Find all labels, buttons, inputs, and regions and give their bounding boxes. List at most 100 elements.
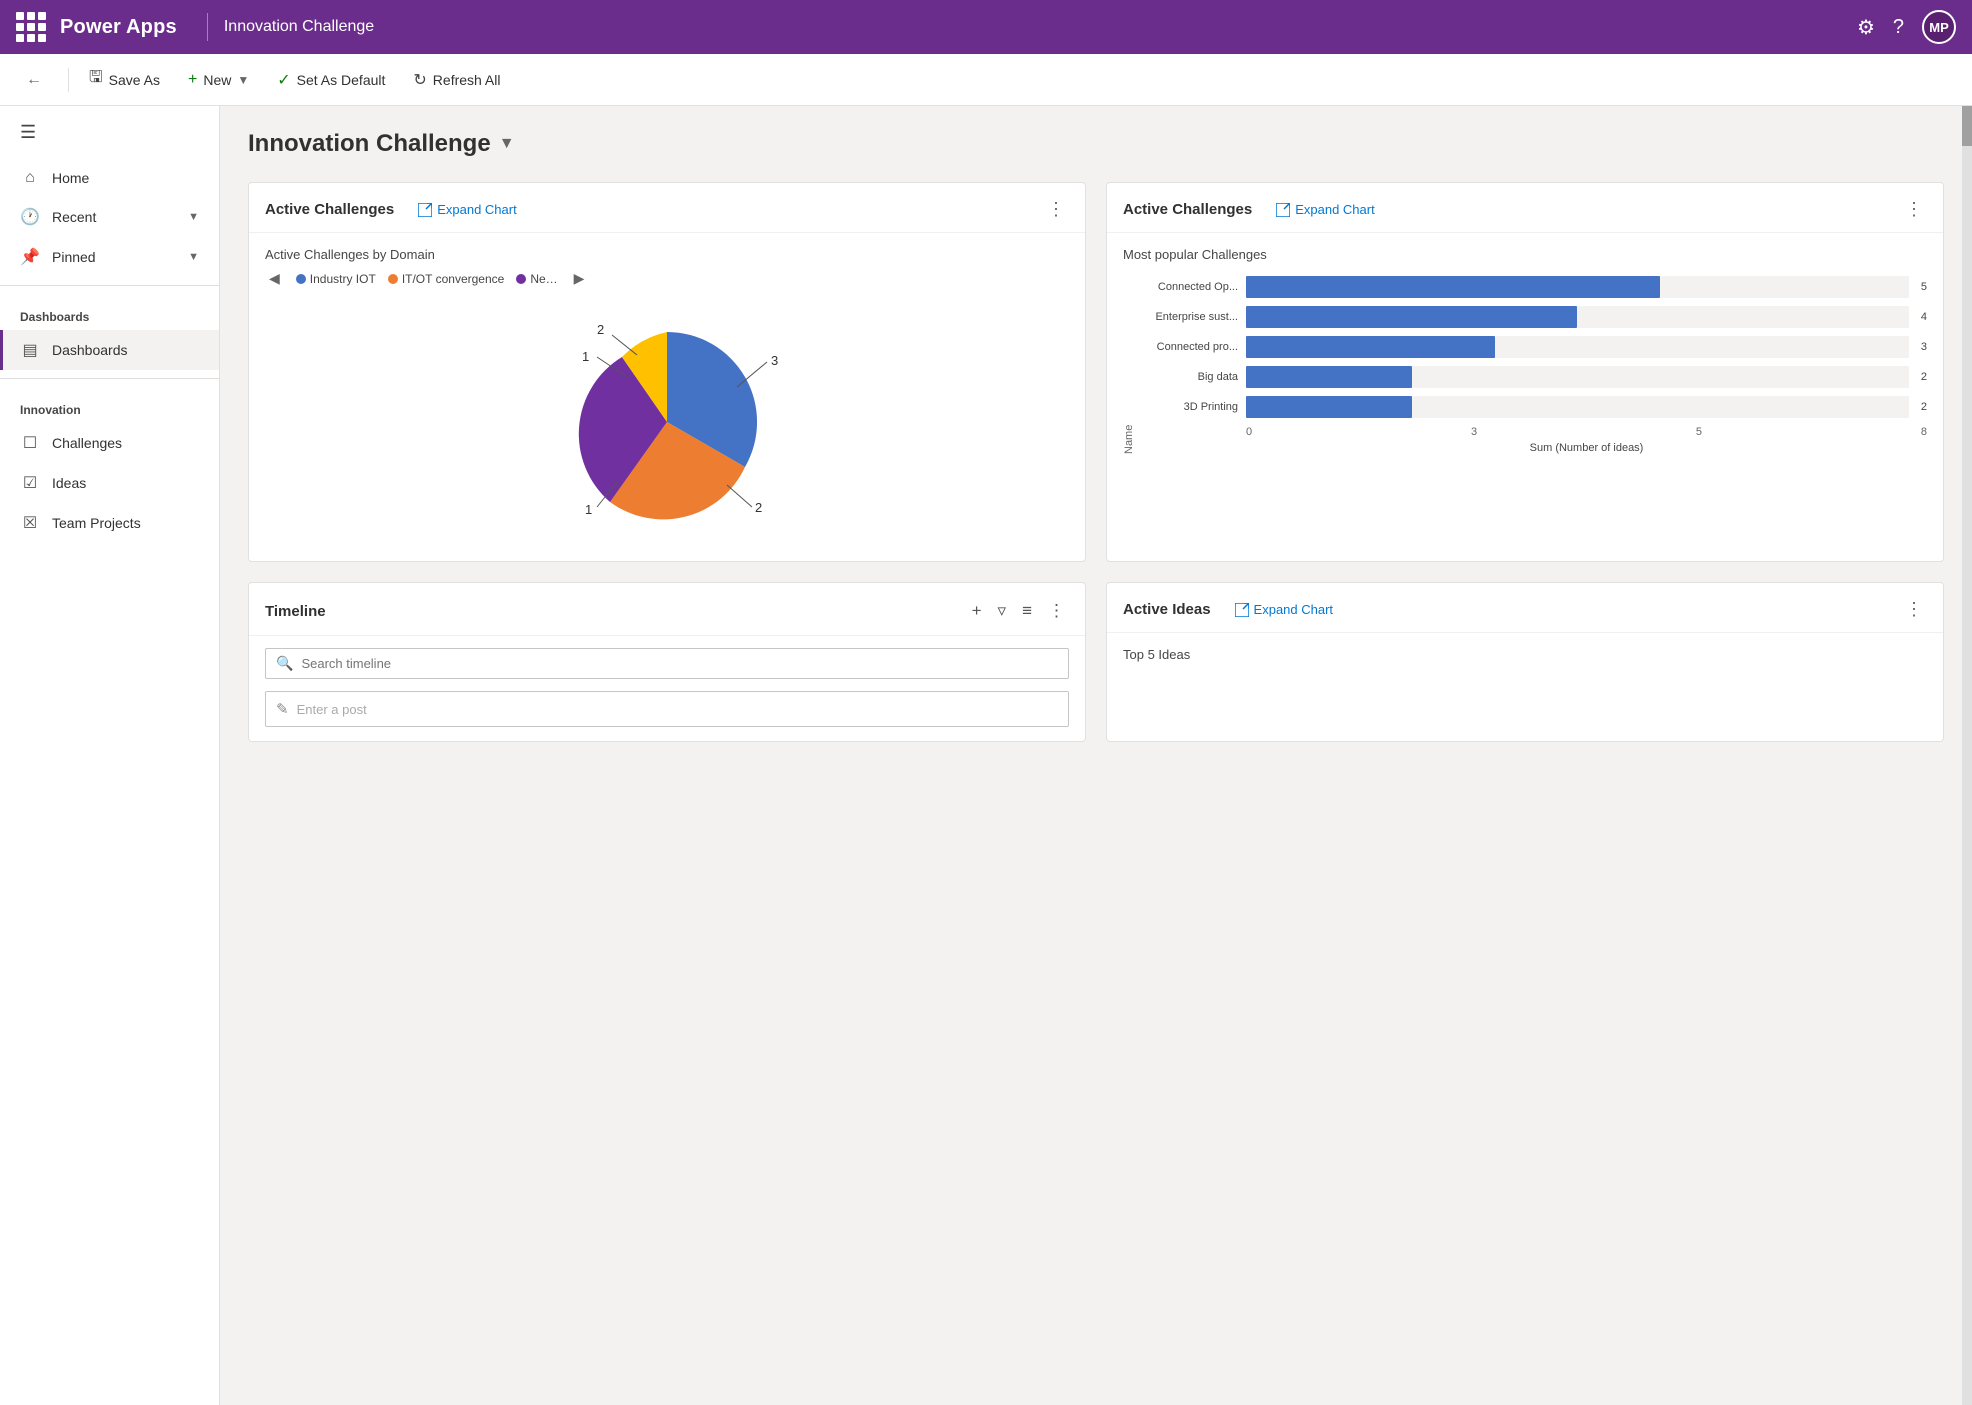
x-tick-5: 5 bbox=[1696, 426, 1702, 438]
bar-label-1: Connected Op... bbox=[1143, 281, 1238, 293]
avatar[interactable]: MP bbox=[1922, 10, 1956, 44]
ideas-more-button[interactable]: ⋮ bbox=[1901, 599, 1927, 620]
card1-header: Active Challenges Expand Chart ⋮ bbox=[249, 183, 1085, 233]
bar-value-1: 5 bbox=[1921, 281, 1927, 293]
back-button[interactable]: ← bbox=[16, 65, 52, 95]
legend-item-2: IT/OT convergence bbox=[388, 272, 505, 286]
bar-row-5: 3D Printing 2 bbox=[1143, 396, 1927, 418]
card2-more-button[interactable]: ⋮ bbox=[1901, 199, 1927, 220]
bar-rows: Connected Op... 5 Enterprise sust... bbox=[1143, 276, 1927, 454]
expand-icon bbox=[418, 203, 432, 217]
sidebar-divider-1 bbox=[0, 285, 219, 286]
bar-track-2 bbox=[1246, 306, 1909, 328]
timeline-title: Timeline bbox=[265, 603, 326, 620]
checkmark-icon: ✓ bbox=[277, 70, 290, 90]
refresh-all-button[interactable]: ↻ Refresh All bbox=[401, 64, 512, 96]
legend-item-1: Industry IOT bbox=[296, 272, 376, 286]
legend-label-3: Ne… bbox=[530, 272, 557, 286]
card1-expand-button[interactable]: Expand Chart bbox=[418, 202, 517, 217]
timeline-post-area[interactable]: ✎ Enter a post bbox=[265, 691, 1069, 727]
timeline-search-box[interactable]: 🔍 bbox=[265, 648, 1069, 679]
sidebar-item-dashboards[interactable]: ▤ Dashboards bbox=[0, 330, 219, 370]
label-line-2b bbox=[727, 485, 752, 507]
refresh-icon: ↻ bbox=[413, 70, 426, 90]
bar-x-axis: 0 3 5 8 bbox=[1143, 426, 1927, 438]
waffle-menu[interactable] bbox=[16, 12, 46, 42]
legend-next-icon[interactable]: ▶ bbox=[570, 270, 589, 287]
save-as-button[interactable]: 🖫 Save As bbox=[77, 60, 172, 99]
top-nav-right: ⚙ ? MP bbox=[1857, 10, 1956, 44]
bar-chart-area: Name Connected Op... 5 Ent bbox=[1123, 276, 1927, 454]
sidebar-item-challenges[interactable]: ☐ Challenges bbox=[0, 423, 219, 463]
bar-x-label: Sum (Number of ideas) bbox=[1143, 442, 1927, 454]
card1-body: Active Challenges by Domain ◀ Industry I… bbox=[249, 233, 1085, 561]
bar-track-5 bbox=[1246, 396, 1909, 418]
nav-divider bbox=[207, 13, 208, 41]
sidebar-item-team-projects[interactable]: ☒ Team Projects bbox=[0, 503, 219, 543]
card2-title: Active Challenges bbox=[1123, 201, 1252, 218]
card2-body: Most popular Challenges Name Connected O… bbox=[1107, 233, 1943, 468]
new-chevron-icon: ▼ bbox=[237, 73, 249, 87]
scrollbar-thumb[interactable] bbox=[1962, 106, 1972, 146]
bar-label-2: Enterprise sust... bbox=[1143, 311, 1238, 323]
timeline-sort-button[interactable]: ≡ bbox=[1018, 599, 1036, 623]
active-challenges-pie-card: Active Challenges Expand Chart ⋮ Active … bbox=[248, 182, 1086, 562]
settings-icon[interactable]: ⚙ bbox=[1857, 15, 1875, 40]
bar-track-3 bbox=[1246, 336, 1909, 358]
page-title-row: Innovation Challenge ▼ bbox=[248, 130, 1944, 158]
active-challenges-bar-card: Active Challenges Expand Chart ⋮ Most po… bbox=[1106, 182, 1944, 562]
timeline-card: Timeline + ▿ ≡ ⋮ 🔍 ✎ Enter a post bbox=[248, 582, 1086, 742]
page-title-chevron-icon[interactable]: ▼ bbox=[499, 135, 515, 153]
card2-header: Active Challenges Expand Chart ⋮ bbox=[1107, 183, 1943, 233]
recent-chevron-icon: ▼ bbox=[188, 211, 199, 223]
page-title: Innovation Challenge bbox=[248, 130, 491, 158]
sidebar-item-home[interactable]: ⌂ Home bbox=[0, 159, 219, 197]
card2-expand-button[interactable]: Expand Chart bbox=[1276, 202, 1375, 217]
main-layout: ☰ ⌂ Home 🕐 Recent ▼ 📌 Pinned ▼ Dashboard… bbox=[0, 106, 1972, 1405]
ideas-card-title: Active Ideas bbox=[1123, 601, 1211, 618]
bar-row-3: Connected pro... 3 bbox=[1143, 336, 1927, 358]
timeline-search-icon: 🔍 bbox=[276, 655, 293, 672]
bar-track-1 bbox=[1246, 276, 1909, 298]
timeline-filter-button[interactable]: ▿ bbox=[994, 599, 1011, 623]
card2-chart-subtitle: Most popular Challenges bbox=[1123, 247, 1927, 262]
sidebar-item-pinned[interactable]: 📌 Pinned ▼ bbox=[0, 237, 219, 277]
bar-row-1: Connected Op... 5 bbox=[1143, 276, 1927, 298]
bar-label-4: Big data bbox=[1143, 371, 1238, 383]
pie-label-1t: 1 bbox=[582, 349, 589, 364]
app-title: Innovation Challenge bbox=[224, 18, 374, 36]
set-default-button[interactable]: ✓ Set As Default bbox=[265, 64, 397, 96]
dashboard-grid: Active Challenges Expand Chart ⋮ Active … bbox=[248, 182, 1944, 742]
content-area: Innovation Challenge ▼ Active Challenges… bbox=[220, 106, 1972, 1405]
card1-more-button[interactable]: ⋮ bbox=[1043, 199, 1069, 220]
ideas-expand-button[interactable]: Expand Chart bbox=[1235, 602, 1334, 617]
card1-title: Active Challenges bbox=[265, 201, 394, 218]
x-tick-0: 0 bbox=[1246, 426, 1252, 438]
bar-row-2: Enterprise sust... 4 bbox=[1143, 306, 1927, 328]
timeline-more-button[interactable]: ⋮ bbox=[1044, 599, 1069, 623]
legend-dot-2 bbox=[388, 274, 398, 284]
x-tick-3: 3 bbox=[1471, 426, 1477, 438]
sidebar-item-recent[interactable]: 🕐 Recent ▼ bbox=[0, 197, 219, 237]
card1-chart-subtitle: Active Challenges by Domain bbox=[265, 247, 1069, 262]
timeline-search-input[interactable] bbox=[301, 656, 1058, 671]
top-nav: Power Apps Innovation Challenge ⚙ ? MP bbox=[0, 0, 1972, 54]
pie-label-3: 3 bbox=[771, 353, 778, 368]
pie-label-2t: 2 bbox=[597, 322, 604, 337]
bar-row-4: Big data 2 bbox=[1143, 366, 1927, 388]
legend-prev-icon[interactable]: ◀ bbox=[265, 270, 284, 287]
active-ideas-card: Active Ideas Expand Chart ⋮ Top 5 Ideas bbox=[1106, 582, 1944, 742]
timeline-actions: + ▿ ≡ ⋮ bbox=[968, 599, 1069, 623]
timeline-add-button[interactable]: + bbox=[968, 599, 986, 623]
legend-dot-3 bbox=[516, 274, 526, 284]
help-icon[interactable]: ? bbox=[1893, 16, 1904, 39]
label-line-2t bbox=[612, 335, 637, 355]
pinned-chevron-icon: ▼ bbox=[188, 251, 199, 263]
sidebar-item-ideas[interactable]: ☑ Ideas bbox=[0, 463, 219, 503]
ideas-icon: ☑ bbox=[20, 473, 40, 493]
bar-fill-1 bbox=[1246, 276, 1660, 298]
new-button[interactable]: + New ▼ bbox=[176, 65, 261, 95]
sidebar: ☰ ⌂ Home 🕐 Recent ▼ 📌 Pinned ▼ Dashboard… bbox=[0, 106, 220, 1405]
hamburger-menu[interactable]: ☰ bbox=[0, 106, 219, 159]
timeline-card-header: Timeline + ▿ ≡ ⋮ bbox=[249, 583, 1085, 636]
